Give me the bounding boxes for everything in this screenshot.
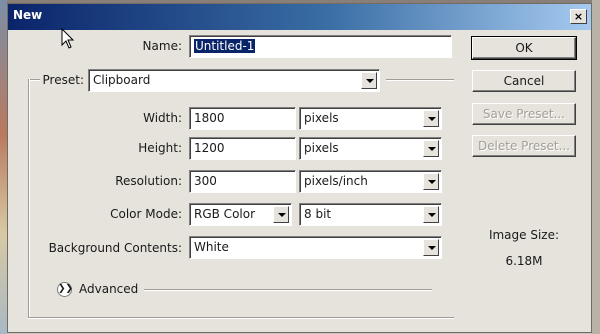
title-bar[interactable]: New × [8,4,591,30]
chevron-down-icon[interactable] [361,72,377,89]
color-mode-label: Color Mode: [110,207,182,221]
color-mode-select[interactable]: RGB Color [189,203,292,226]
chevron-down-icon[interactable] [423,239,439,256]
advanced-label: Advanced [79,282,139,296]
cancel-button[interactable]: Cancel [472,70,576,92]
chevron-down-icon[interactable] [423,110,439,127]
chevron-down-icon[interactable] [423,206,439,223]
resolution-unit-select[interactable]: pixels/inch [299,170,442,193]
chevrons-down-icon: ❯❯ [58,284,74,294]
bit-depth-select[interactable]: 8 bit [299,203,442,226]
background-contents-select[interactable]: White [189,236,442,259]
width-input[interactable]: 1800 [189,107,296,130]
preset-group-border-bottom [28,317,454,319]
height-unit-select[interactable]: pixels [299,137,442,160]
width-unit-value: pixels [304,111,339,125]
background-contents-label: Background Contents: [48,241,182,255]
background-contents-value: White [194,240,229,254]
image-size-label: Image Size: [488,228,560,242]
preset-group-border-right [386,79,454,81]
preset-group-border-side [28,79,30,317]
new-document-dialog: New × Name: Untitled-1 Preset: Clipboard… [7,3,592,333]
resolution-input[interactable]: 300 [189,170,296,193]
delete-preset-button[interactable]: Delete Preset... [472,135,576,157]
chevron-down-icon[interactable] [423,173,439,190]
advanced-divider [144,289,432,291]
window-title: New [13,8,43,22]
preset-value: Clipboard [93,73,151,87]
preset-select[interactable]: Clipboard [88,69,380,92]
height-unit-value: pixels [304,141,339,155]
ok-button[interactable]: OK [471,36,577,60]
close-button[interactable]: × [570,9,587,24]
width-label: Width: [143,111,182,125]
mouse-pointer-icon [61,28,75,49]
height-label: Height: [138,141,182,155]
chevron-down-icon[interactable] [423,140,439,157]
image-size-value: 6.18M [505,254,543,268]
desktop-background-left [0,0,7,334]
save-preset-button[interactable]: Save Preset... [472,103,576,125]
name-value: Untitled-1 [194,39,256,53]
width-unit-select[interactable]: pixels [299,107,442,130]
desktop-background-right [592,0,600,334]
preset-label: Preset: [42,73,84,87]
resolution-unit-value: pixels/inch [304,174,368,188]
name-input[interactable]: Untitled-1 [189,35,452,58]
advanced-expand-button[interactable]: ❯❯ [57,282,74,297]
name-label: Name: [142,39,182,53]
color-mode-value: RGB Color [194,207,256,221]
chevron-down-icon[interactable] [273,206,289,223]
height-input[interactable]: 1200 [189,137,296,160]
bit-depth-value: 8 bit [304,207,332,221]
resolution-label: Resolution: [115,174,182,188]
